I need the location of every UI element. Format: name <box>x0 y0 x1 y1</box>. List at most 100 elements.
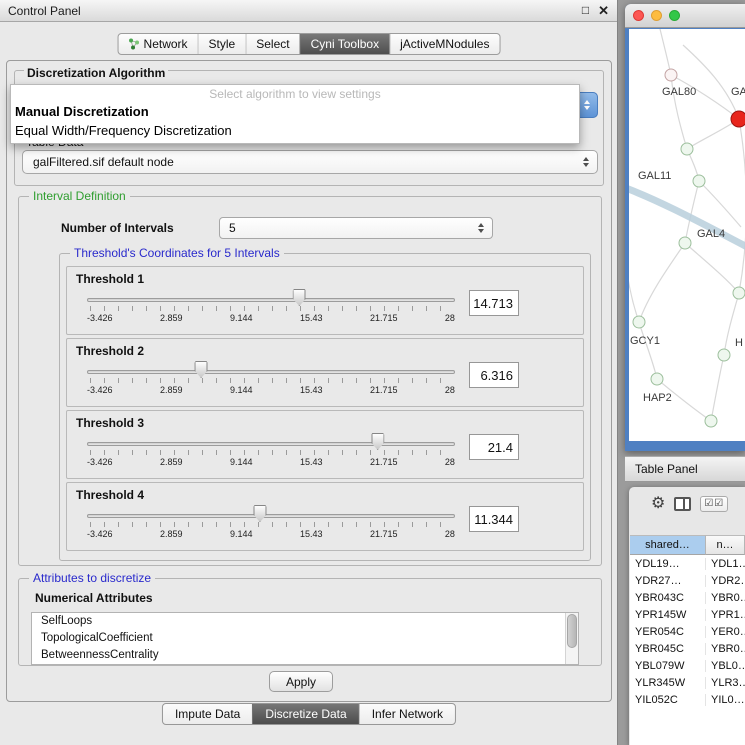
network-node[interactable] <box>693 175 706 188</box>
slider-track[interactable] <box>87 442 455 446</box>
threshold-value-field[interactable]: 14.713 <box>469 290 519 316</box>
table-cell[interactable]: YBL079W <box>630 660 706 672</box>
attribute-list-item[interactable]: SelfLoops <box>32 613 578 630</box>
table-cell[interactable]: YLR345W <box>630 677 706 689</box>
bottom-tab[interactable]: Discretize Data <box>252 704 358 724</box>
table-cell[interactable]: YDL1… <box>706 558 745 570</box>
tab[interactable]: Network <box>119 34 198 54</box>
table-cell[interactable]: YBR045C <box>630 643 706 655</box>
network-canvas[interactable]: GAL80GAGAL11GAL4GCY1HHAP2 <box>629 29 745 441</box>
attribute-list-item[interactable]: TopologicalCoefficient <box>32 630 578 647</box>
column-header[interactable]: n… <box>706 535 745 555</box>
network-node[interactable] <box>633 316 646 329</box>
table-panel-header[interactable]: Table Panel <box>625 456 745 482</box>
slider-thumb[interactable] <box>293 289 306 306</box>
table-cell[interactable]: YDR27… <box>630 575 706 587</box>
threshold-slider[interactable]: -3.426 2.859 9.144 15.43 21.715 28 <box>87 289 455 329</box>
tick-label: 28 <box>445 385 455 395</box>
bottom-tab[interactable]: Impute Data <box>163 704 252 724</box>
close-traffic-light-icon[interactable] <box>633 10 644 21</box>
tick-label: 28 <box>445 313 455 323</box>
table-row[interactable]: YER054C YER0… <box>630 623 745 640</box>
tick-label: 15.43 <box>300 313 323 323</box>
slider-thumb[interactable] <box>253 505 266 522</box>
algorithm-option[interactable]: Manual Discretization <box>11 102 579 121</box>
table-data-combobox[interactable]: galFiltered.sif default node <box>22 150 598 174</box>
algorithm-placeholder-option[interactable]: Select algorithm to view settings <box>11 85 579 102</box>
table-cell[interactable]: YBR0… <box>706 592 745 604</box>
list-scrollbar[interactable] <box>565 613 578 664</box>
close-window-icon[interactable]: ✕ <box>598 3 609 19</box>
float-window-icon[interactable]: □ <box>582 3 589 19</box>
table-cell[interactable]: YDR2… <box>706 575 745 587</box>
network-node[interactable] <box>733 287 745 300</box>
table-row[interactable]: YDR27… YDR2… <box>630 572 745 589</box>
threshold-value-field[interactable]: 21.4 <box>469 434 519 460</box>
column-header[interactable]: shared… <box>630 535 706 555</box>
slider-tick-labels: -3.426 2.859 9.144 15.43 21.715 28 <box>87 313 455 323</box>
tab[interactable]: Style <box>198 34 246 54</box>
table-row[interactable]: YBR045C YBR0… <box>630 640 745 657</box>
tick-label: 21.715 <box>370 457 398 467</box>
table-cell[interactable]: YIL052C <box>630 694 706 706</box>
tab[interactable]: Cyni Toolbox <box>300 34 389 54</box>
table-cell[interactable]: YER0… <box>706 626 745 638</box>
slider-track[interactable] <box>87 514 455 518</box>
table-cell[interactable]: YBL0… <box>706 660 745 672</box>
tick-label: 15.43 <box>300 457 323 467</box>
tab[interactable]: Select <box>245 34 299 54</box>
bottom-tab[interactable]: Infer Network <box>359 704 455 724</box>
slider-track[interactable] <box>87 370 455 374</box>
tab-label: jActiveMNodules <box>400 37 489 51</box>
table-cell[interactable]: YIL0… <box>706 694 745 706</box>
table-row[interactable]: YDL19… YDL1… <box>630 555 745 572</box>
apply-button[interactable]: Apply <box>269 671 333 692</box>
tab-label: Network <box>144 37 188 51</box>
table-data-value: galFiltered.sif default node <box>33 155 174 169</box>
table-cell[interactable]: YLR3… <box>706 677 745 689</box>
slider-thumb[interactable] <box>195 361 208 378</box>
select-columns-icon[interactable]: ☑☑ <box>700 496 728 512</box>
tab-bar: Network Style Select Cyni Toolbox jActiv… <box>118 33 501 55</box>
table-cell[interactable]: YPR145W <box>630 609 706 621</box>
attribute-list-item[interactable]: BetweennessCentrality <box>32 647 578 664</box>
columns-icon[interactable] <box>674 497 691 511</box>
table-cell[interactable]: YDL19… <box>630 558 706 570</box>
algorithm-option[interactable]: Equal Width/Frequency Discretization <box>11 121 579 140</box>
table-cell[interactable]: YER054C <box>630 626 706 638</box>
table-row[interactable]: YBR043C YBR0… <box>630 589 745 606</box>
table-cell[interactable]: YBR0… <box>706 643 745 655</box>
network-node[interactable] <box>665 69 678 82</box>
attributes-group: Attributes to discretize Numerical Attri… <box>18 578 602 666</box>
table-cell[interactable]: YBR043C <box>630 592 706 604</box>
table-cell[interactable]: YPR1… <box>706 609 745 621</box>
network-node[interactable] <box>679 237 692 250</box>
tick-label: -3.426 <box>87 385 113 395</box>
scrollbar-thumb[interactable] <box>567 614 577 648</box>
threshold-slider[interactable]: -3.426 2.859 9.144 15.43 21.715 28 <box>87 505 455 545</box>
network-node[interactable] <box>651 373 664 386</box>
minimize-traffic-light-icon[interactable] <box>651 10 662 21</box>
tab[interactable]: jActiveMNodules <box>389 34 499 54</box>
numerical-attributes-list[interactable]: SelfLoopsTopologicalCoefficientBetweenne… <box>31 612 579 665</box>
threshold-value-field[interactable]: 11.344 <box>469 506 519 532</box>
table-row[interactable]: YBL079W YBL0… <box>630 657 745 674</box>
slider-thumb[interactable] <box>371 433 384 450</box>
network-node[interactable] <box>731 111 745 128</box>
gear-icon[interactable]: ⚙ <box>651 496 665 512</box>
control-panel-titlebar[interactable]: Control Panel □ ✕ <box>0 0 617 22</box>
threshold-slider[interactable]: -3.426 2.859 9.144 15.43 21.715 28 <box>87 361 455 401</box>
number-of-intervals-combobox[interactable]: 5 <box>219 217 493 239</box>
network-node[interactable] <box>705 415 718 428</box>
threshold-value-field[interactable]: 6.316 <box>469 362 519 388</box>
zoom-traffic-light-icon[interactable] <box>669 10 680 21</box>
table-row[interactable]: YPR145W YPR1… <box>630 606 745 623</box>
table-row[interactable]: YIL052C YIL0… <box>630 691 745 708</box>
number-of-intervals-value: 5 <box>229 221 236 235</box>
table-row[interactable]: YLR345W YLR3… <box>630 674 745 691</box>
network-window-titlebar[interactable] <box>625 4 745 28</box>
threshold-slider[interactable]: -3.426 2.859 9.144 15.43 21.715 28 <box>87 433 455 473</box>
slider-track[interactable] <box>87 298 455 302</box>
network-node[interactable] <box>718 349 731 362</box>
network-node[interactable] <box>681 143 694 156</box>
